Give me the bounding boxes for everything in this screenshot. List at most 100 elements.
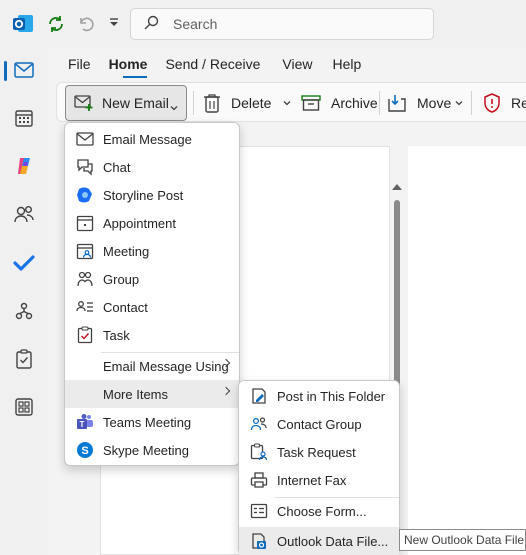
title-bar: Search bbox=[0, 0, 526, 48]
menu-item-label: Teams Meeting bbox=[103, 414, 192, 430]
undo-icon[interactable] bbox=[76, 14, 96, 37]
task-icon bbox=[75, 325, 95, 345]
menu-item-teams-meeting[interactable]: T Teams Meeting bbox=[65, 408, 239, 436]
search-box[interactable]: Search bbox=[130, 8, 434, 40]
menu-item-outlook-data-file[interactable]: Outlook Data File... bbox=[239, 527, 399, 555]
ribbon-separator bbox=[471, 91, 472, 115]
data-file-icon bbox=[249, 531, 269, 551]
shield-alert-icon bbox=[483, 93, 501, 113]
rail-todo[interactable] bbox=[0, 244, 48, 284]
form-icon bbox=[249, 501, 269, 521]
trash-icon bbox=[203, 93, 221, 113]
outlook-logo-icon bbox=[12, 13, 34, 35]
teams-icon: T bbox=[75, 412, 95, 432]
menu-item-task[interactable]: Task bbox=[65, 321, 239, 349]
move-button[interactable]: Move bbox=[387, 83, 463, 123]
tab-help[interactable]: Help bbox=[325, 56, 374, 80]
archive-label: Archive bbox=[331, 95, 378, 111]
menu-item-contact-group[interactable]: Contact Group bbox=[239, 410, 399, 438]
new-email-label: New Email bbox=[102, 95, 169, 111]
menu-item-more-items[interactable]: More Items bbox=[65, 380, 239, 408]
group-icon bbox=[75, 269, 95, 289]
clipboard-icon bbox=[15, 348, 33, 372]
rail-mail[interactable] bbox=[0, 51, 48, 91]
rail-apps[interactable] bbox=[0, 388, 48, 428]
tab-file[interactable]: File bbox=[48, 56, 103, 80]
contact-group-icon bbox=[249, 414, 269, 434]
org-chart-icon bbox=[14, 301, 34, 324]
task-request-icon bbox=[249, 442, 269, 462]
skype-icon: S bbox=[75, 440, 95, 460]
svg-text:S: S bbox=[81, 445, 88, 457]
reading-pane bbox=[408, 146, 526, 555]
chevron-right-icon bbox=[221, 386, 231, 396]
new-email-menu: Email Message Chat Storyline Post Appoin… bbox=[64, 122, 240, 466]
move-icon bbox=[387, 93, 407, 113]
app-rail bbox=[0, 48, 48, 555]
meeting-icon bbox=[75, 241, 95, 261]
menu-item-contact[interactable]: Contact bbox=[65, 293, 239, 321]
menu-item-label: Email Message Using bbox=[103, 358, 229, 374]
fax-icon bbox=[249, 470, 269, 490]
archive-icon bbox=[301, 94, 321, 112]
menu-item-label: Chat bbox=[103, 159, 131, 175]
ribbon-separator bbox=[379, 91, 380, 115]
archive-button[interactable]: Archive bbox=[301, 83, 378, 123]
calendar-icon bbox=[14, 108, 34, 131]
new-email-button[interactable]: New Email bbox=[65, 85, 187, 121]
menu-item-label: Choose Form... bbox=[277, 503, 367, 519]
chat-icon bbox=[75, 157, 95, 177]
rail-tasks[interactable] bbox=[0, 340, 48, 380]
copilot-icon bbox=[14, 156, 34, 179]
mail-icon bbox=[14, 61, 34, 81]
tab-home[interactable]: Home bbox=[103, 56, 160, 80]
apps-grid-icon bbox=[14, 397, 34, 420]
tab-view[interactable]: View bbox=[272, 56, 324, 80]
svg-text:T: T bbox=[80, 420, 85, 429]
menu-item-choose-form[interactable]: Choose Form... bbox=[239, 497, 399, 525]
menu-item-group[interactable]: Group bbox=[65, 265, 239, 293]
menu-item-label: Meeting bbox=[103, 243, 150, 259]
report-button[interactable]: Re bbox=[483, 83, 526, 123]
rail-people[interactable] bbox=[0, 195, 48, 235]
todo-icon bbox=[13, 254, 35, 275]
menu-item-skype-meeting[interactable]: S Skype Meeting bbox=[65, 436, 239, 464]
menu-item-post-in-folder[interactable]: Post in This Folder bbox=[239, 382, 399, 410]
menu-item-meeting[interactable]: Meeting bbox=[65, 237, 239, 265]
chevron-down-icon bbox=[170, 99, 178, 115]
rail-org[interactable] bbox=[0, 292, 48, 332]
search-icon bbox=[143, 15, 159, 34]
customize-toolbar-icon[interactable] bbox=[108, 17, 120, 32]
tab-send-receive[interactable]: Send / Receive bbox=[159, 56, 272, 80]
envelope-icon bbox=[75, 129, 95, 149]
post-icon bbox=[249, 386, 269, 406]
menu-item-label: Outlook Data File... bbox=[277, 533, 389, 549]
menu-item-email-message-using[interactable]: Email Message Using bbox=[65, 352, 239, 380]
ribbon-tabs: File Home Send / Receive View Help bbox=[48, 48, 373, 80]
ribbon: New Email Delete Archive Move Re bbox=[56, 82, 526, 122]
people-icon bbox=[13, 204, 35, 227]
menu-item-task-request[interactable]: Task Request bbox=[239, 438, 399, 466]
ribbon-separator bbox=[193, 91, 194, 115]
menu-item-chat[interactable]: Chat bbox=[65, 153, 239, 181]
tooltip: New Outlook Data File bbox=[399, 529, 526, 551]
calendar-icon bbox=[75, 213, 95, 233]
delete-label: Delete bbox=[231, 95, 272, 111]
sync-icon[interactable] bbox=[46, 14, 66, 37]
menu-item-email-message[interactable]: Email Message bbox=[65, 125, 239, 153]
report-label: Re bbox=[511, 95, 526, 111]
rail-copilot[interactable] bbox=[0, 147, 48, 187]
rail-calendar[interactable] bbox=[0, 99, 48, 139]
menu-item-storyline-post[interactable]: Storyline Post bbox=[65, 181, 239, 209]
more-items-menu: Post in This Folder Contact Group Task R… bbox=[238, 380, 400, 555]
menu-item-label: Contact Group bbox=[277, 416, 362, 432]
menu-item-internet-fax[interactable]: Internet Fax bbox=[239, 466, 399, 494]
search-placeholder: Search bbox=[173, 16, 218, 32]
menu-item-label: Group bbox=[103, 271, 140, 287]
chevron-down-icon bbox=[455, 99, 463, 107]
menu-item-label: Task bbox=[103, 327, 130, 343]
menu-item-appointment[interactable]: Appointment bbox=[65, 209, 239, 237]
delete-button[interactable]: Delete bbox=[203, 83, 291, 123]
menu-item-label: More Items bbox=[103, 386, 169, 402]
scroll-up-icon[interactable] bbox=[392, 184, 402, 190]
